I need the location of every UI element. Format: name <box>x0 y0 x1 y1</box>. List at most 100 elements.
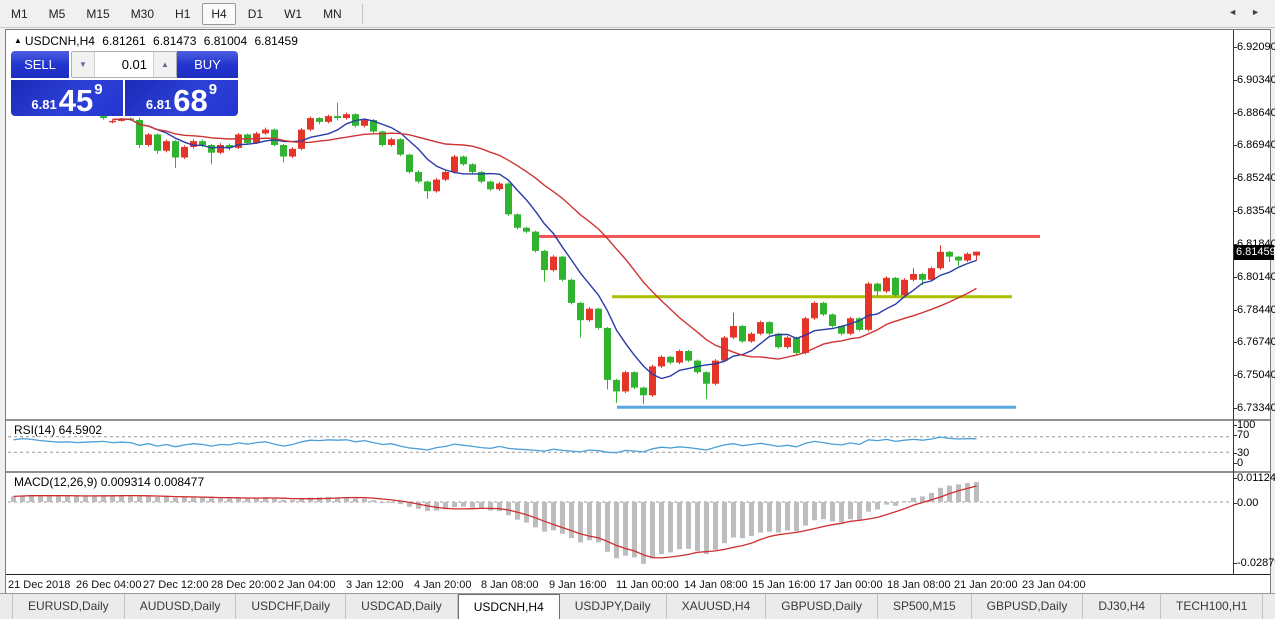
price-axis-label: 6.83540 <box>1237 205 1275 217</box>
sell-price-prefix: 6.81 <box>31 97 56 112</box>
axis-tick-mark <box>1233 408 1237 409</box>
time-axis-label: 2 Jan 04:00 <box>278 579 336 591</box>
volume-increase-icon[interactable]: ▲ <box>153 52 176 77</box>
sell-button[interactable]: SELL <box>11 51 69 78</box>
rsi-label: RSI(14) 64.5902 <box>14 423 102 437</box>
sell-price-pipette: 9 <box>94 81 102 98</box>
timeframe-button-h1[interactable]: H1 <box>166 3 199 25</box>
time-axis-label: 9 Jan 16:00 <box>549 579 607 591</box>
tab-usdjpy-daily[interactable]: USDJPY,Daily <box>560 594 667 619</box>
timeframe-button-m15[interactable]: M15 <box>77 3 118 25</box>
axis-tick-mark <box>1233 463 1237 464</box>
timeframe-toolbar: M1M5M15M30H1H4D1W1MN <box>0 0 1275 28</box>
tab-sp500-m15[interactable]: SP500,M15 <box>878 594 972 619</box>
price-axis-label: 6.73340 <box>1237 402 1275 414</box>
tab-eurusd-daily[interactable]: EURUSD,Daily <box>12 594 125 619</box>
volume-decrease-icon[interactable]: ▼ <box>72 52 95 77</box>
buy-button[interactable]: BUY <box>177 51 238 78</box>
timeframe-button-w1[interactable]: W1 <box>275 3 311 25</box>
axis-tick-mark <box>1233 425 1237 426</box>
price-axis-label: 6.75040 <box>1237 369 1275 381</box>
ohlc-close: 6.81459 <box>254 34 297 48</box>
tab-ukoil-h1[interactable]: UKOil,H1 <box>1263 594 1275 619</box>
price-axis-label: 6.85240 <box>1237 172 1275 184</box>
time-axis-label: 4 Jan 20:00 <box>414 579 472 591</box>
axis-tick-mark <box>1233 342 1237 343</box>
axis-tick-mark <box>1233 503 1237 504</box>
tab-scroll-right-icon[interactable]: ► <box>1244 5 1267 19</box>
price-axis-label: 6.80140 <box>1237 271 1275 283</box>
collapse-triangle-icon[interactable]: ▲ <box>14 36 22 45</box>
tab-tech100-h1[interactable]: TECH100,H1 <box>1161 594 1263 619</box>
tab-gbpusd-daily[interactable]: GBPUSD,Daily <box>766 594 878 619</box>
axis-tick-mark <box>1233 277 1237 278</box>
tab-gbpusd-daily[interactable]: GBPUSD,Daily <box>972 594 1084 619</box>
axis-tick-mark <box>1233 435 1237 436</box>
tab-usdcnh-h4[interactable]: USDCNH,H4 <box>458 594 560 619</box>
one-click-trading-panel: SELL ▼ 0.01 ▲ BUY 6.81 45 9 6.81 68 9 <box>11 51 238 116</box>
axis-tick-mark <box>1233 478 1237 479</box>
tab-xauusd-h4[interactable]: XAUUSD,H4 <box>667 594 767 619</box>
macd-axis-label: -0.028797 <box>1237 557 1275 569</box>
time-axis-label: 27 Dec 12:00 <box>143 579 208 591</box>
timeframe-button-m30[interactable]: M30 <box>122 3 163 25</box>
price-axis-label: 6.78440 <box>1237 304 1275 316</box>
price-axis-border <box>1233 30 1234 574</box>
sell-price-big: 45 <box>59 86 93 116</box>
time-axis-label: 14 Jan 08:00 <box>684 579 748 591</box>
timeframe-button-m5[interactable]: M5 <box>40 3 75 25</box>
rsi-pane[interactable] <box>8 421 1232 471</box>
time-axis-label: 3 Jan 12:00 <box>346 579 404 591</box>
time-axis-label: 26 Dec 04:00 <box>76 579 141 591</box>
volume-input[interactable]: 0.01 <box>95 52 153 77</box>
tab-scroll-buttons: ◄ ► <box>1221 5 1267 19</box>
timeframe-button-m1[interactable]: M1 <box>2 3 37 25</box>
price-axis-label: 6.86940 <box>1237 139 1275 151</box>
time-axis-label: 11 Jan 00:00 <box>616 579 679 591</box>
price-axis-label: 6.76740 <box>1237 336 1275 348</box>
macd-label: MACD(12,26,9) 0.009314 0.008477 <box>14 475 204 489</box>
macd-histogram-layer <box>11 482 979 564</box>
time-axis[interactable]: 21 Dec 2018 26 Dec 04:0027 Dec 12:0028 De… <box>6 574 1270 594</box>
candles-layer <box>100 103 980 404</box>
ohlc-low: 6.81004 <box>204 34 247 48</box>
time-axis-label: 17 Jan 00:00 <box>819 579 883 591</box>
sell-price-box[interactable]: 6.81 45 9 <box>11 80 123 116</box>
time-axis-label: 8 Jan 08:00 <box>481 579 539 591</box>
buy-price-big: 68 <box>173 86 207 116</box>
tab-usdcad-daily[interactable]: USDCAD,Daily <box>346 594 458 619</box>
axis-tick-mark <box>1233 211 1237 212</box>
moving-average-20 <box>113 119 977 359</box>
ohlc-high: 6.81473 <box>153 34 196 48</box>
macd-signal-line <box>14 486 977 558</box>
toolbar-separator <box>362 4 363 24</box>
time-axis-label: 23 Jan 04:00 <box>1022 579 1086 591</box>
rsi-line <box>14 437 977 453</box>
macd-axis-label: 0.011242 <box>1237 472 1275 484</box>
time-axis-label: 28 Dec 20:00 <box>211 579 276 591</box>
axis-tick-mark <box>1233 375 1237 376</box>
axis-tick-mark <box>1233 563 1237 564</box>
chart-title: ▲USDCNH,H4 6.81261 6.81473 6.81004 6.814… <box>14 34 302 48</box>
price-axis-label: 6.88640 <box>1237 107 1275 119</box>
buy-price-prefix: 6.81 <box>146 97 171 112</box>
axis-tick-mark <box>1233 178 1237 179</box>
time-axis-label: 18 Jan 08:00 <box>887 579 951 591</box>
timeframe-button-mn[interactable]: MN <box>314 3 351 25</box>
time-axis-label: 21 Jan 20:00 <box>954 579 1018 591</box>
timeframe-button-h4[interactable]: H4 <box>202 3 235 25</box>
timeframe-button-d1[interactable]: D1 <box>239 3 272 25</box>
buy-price-box[interactable]: 6.81 68 9 <box>125 80 238 116</box>
time-axis-label: 21 Dec 2018 <box>8 579 70 591</box>
chart-symbol: USDCNH,H4 <box>25 34 95 48</box>
tab-scroll-left-icon[interactable]: ◄ <box>1221 5 1244 19</box>
chart-tab-bar: EURUSD,DailyAUDUSD,DailyUSDCHF,DailyUSDC… <box>0 593 1275 619</box>
tab-dj30-h4[interactable]: DJ30,H4 <box>1083 594 1161 619</box>
ohlc-open: 6.81261 <box>102 34 145 48</box>
rsi-axis-label: 70 <box>1237 429 1249 441</box>
tab-usdchf-daily[interactable]: USDCHF,Daily <box>236 594 346 619</box>
tab-audusd-daily[interactable]: AUDUSD,Daily <box>125 594 237 619</box>
axis-tick-mark <box>1233 80 1237 81</box>
axis-tick-mark <box>1233 145 1237 146</box>
rsi-axis-label: 0 <box>1237 457 1243 469</box>
